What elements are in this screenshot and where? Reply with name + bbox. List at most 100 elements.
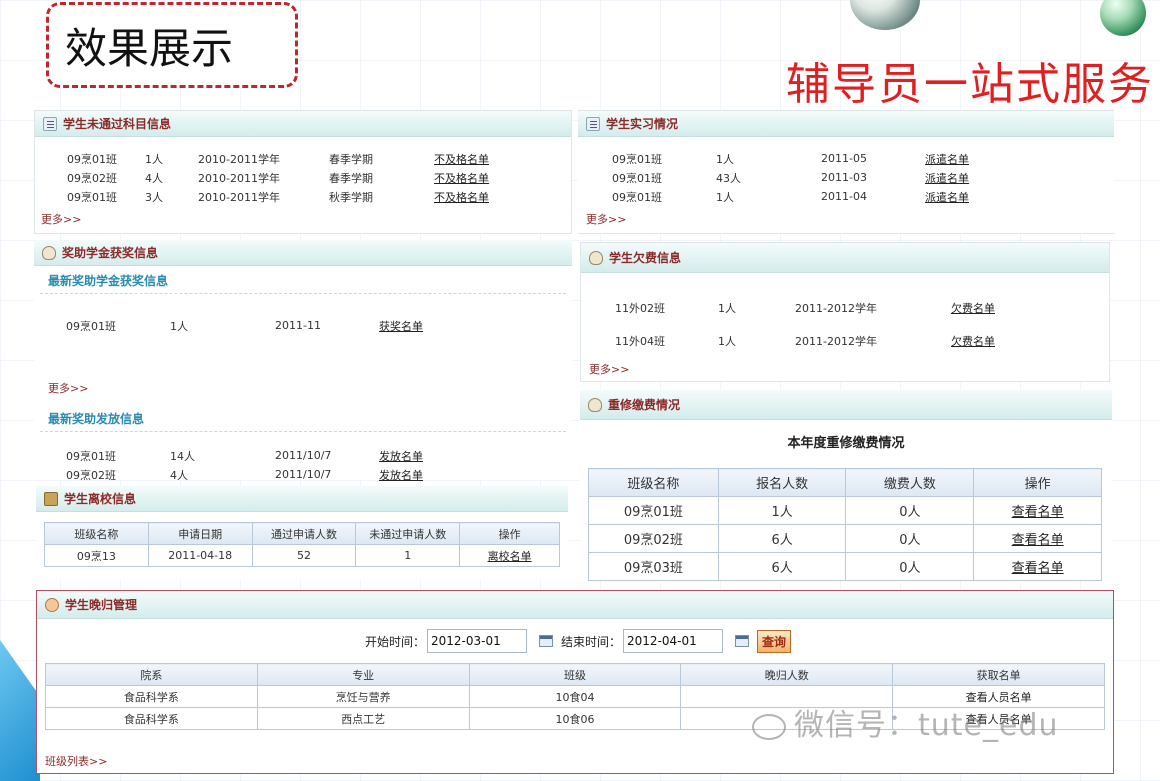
panel-header: 学生未通过科目信息 (35, 111, 571, 137)
end-time-label: 结束时间： (561, 634, 622, 649)
count: 1人 (718, 301, 736, 315)
table-row: 09烹13 2011-04-18 52 1 离校名单 (44, 544, 560, 567)
wechat-icon (752, 713, 786, 740)
table-cell: 6人 (717, 552, 847, 581)
count: 14人 (170, 449, 195, 463)
class-name: 09烹01班 (66, 449, 116, 463)
view-list-link[interactable]: 查看名单 (1012, 561, 1064, 576)
table-header-row: 院系 专业 班级 晚归人数 获取名单 (45, 663, 1105, 686)
class-name: 09烹01班 (66, 319, 116, 333)
table-cell: 10食04 (468, 685, 682, 708)
table-cell: 2011-04-18 (147, 544, 253, 567)
class-name: 11外04班 (615, 334, 665, 348)
section-title: 最新奖助学金获奖信息 (40, 266, 566, 294)
suitcase-icon (44, 491, 58, 506)
arrears-list-link[interactable]: 欠费名单 (951, 333, 995, 349)
table-cell: 09烹02班 (588, 524, 719, 553)
watermark-text: 微信号：tute_edu (794, 708, 1059, 743)
list-item: 09烹01班 1人 2011-04 派遣名单 (612, 187, 1114, 206)
table-cell: 食品科学系 (45, 707, 258, 730)
class-name: 09烹01班 (612, 152, 662, 166)
count: 4人 (170, 468, 188, 482)
calendar-icon[interactable] (539, 635, 554, 647)
panel-title: 学生实习情况 (606, 117, 679, 131)
table-cell: 离校名单 (459, 544, 560, 567)
section-title: 最新奖助发放信息 (40, 404, 566, 432)
retake-fee-panel: 重修缴费情况 本年度重修缴费情况 班级名称 报名人数 缴费人数 操作 09烹01… (580, 390, 1112, 581)
list-item: 11外04班 1人 2011-2012学年 欠费名单 (615, 324, 1109, 357)
issue-list-link[interactable]: 发放名单 (379, 448, 423, 464)
column-header: 晚归人数 (680, 663, 894, 686)
column-header: 专业 (256, 663, 470, 686)
column-header: 班级 (468, 663, 682, 686)
document-icon (43, 116, 57, 131)
list-item: 09烹01班 1人 2011-05 派遣名单 (612, 149, 1114, 168)
failing-subjects-panel: 学生未通过科目信息 09烹01班 1人 2010-2011学年 春季学期 不及格… (34, 110, 572, 234)
column-header: 报名人数 (717, 468, 847, 497)
table-cell: 食品科学系 (45, 685, 258, 708)
class-name: 09烹02班 (66, 468, 116, 482)
more-link[interactable]: 更多>> (589, 361, 629, 377)
count: 1人 (170, 319, 188, 333)
class-list-link[interactable]: 班级列表>> (45, 753, 107, 769)
list-item: 09烹01班 14人 2011/10/7 发放名单 (66, 446, 423, 465)
issue-list-link[interactable]: 发放名单 (379, 467, 423, 483)
column-header: 未通过申请人数 (355, 522, 461, 545)
late-return-panel: 学生晚归管理 开始时间： 结束时间： 查询 院系 专业 班级 晚归人数 获取名单… (36, 590, 1114, 774)
people-icon (45, 597, 59, 612)
class-name: 09烹01班 (612, 190, 662, 204)
panel-header: 学生欠费信息 (581, 243, 1109, 273)
school-year: 2011-2012学年 (795, 334, 877, 348)
money-bag-icon (588, 397, 602, 412)
view-list-link[interactable]: 查看名单 (1012, 533, 1064, 548)
calendar-icon[interactable] (735, 635, 750, 647)
column-header: 操作 (459, 522, 560, 545)
table-cell: 查看名单 (973, 552, 1102, 581)
class-name: 09烹01班 (612, 171, 662, 185)
failing-list-link[interactable]: 不及格名单 (434, 189, 489, 205)
column-header: 班级名称 (588, 468, 719, 497)
failing-list-link[interactable]: 不及格名单 (434, 170, 489, 186)
start-time-label: 开始时间： (365, 634, 426, 649)
more-link[interactable]: 更多>> (48, 380, 88, 396)
award-list-link[interactable]: 获奖名单 (379, 318, 423, 334)
query-button[interactable]: 查询 (757, 629, 792, 653)
count: 3人 (145, 190, 163, 204)
column-header: 院系 (45, 663, 258, 686)
class-name: 09烹01班 (67, 152, 117, 166)
internship-panel: 学生实习情况 09烹01班 1人 2011-05 派遣名单 09烹01班 43人… (578, 110, 1114, 234)
table-cell: 0人 (845, 552, 975, 581)
table-row: 09烹03班 6人 0人 查看名单 (588, 552, 1102, 581)
panel-title: 学生晚归管理 (65, 598, 138, 612)
table-cell: 0人 (845, 496, 975, 525)
arrears-panel: 学生欠费信息 11外02班 1人 2011-2012学年 欠费名单 11外04班… (580, 242, 1110, 382)
count: 1人 (716, 190, 734, 204)
column-header: 通过申请人数 (251, 522, 357, 545)
leave-list-link[interactable]: 离校名单 (488, 550, 532, 563)
start-date-field[interactable] (427, 629, 528, 653)
dispatch-list-link[interactable]: 派遣名单 (925, 189, 969, 205)
panel-header: 学生晚归管理 (37, 591, 1113, 619)
table-cell: 1人 (717, 496, 847, 525)
table-header-row: 班级名称 报名人数 缴费人数 操作 (588, 468, 1102, 497)
class-name: 09烹02班 (67, 171, 117, 185)
arrears-list-link[interactable]: 欠费名单 (951, 300, 995, 316)
date: 2011-03 (821, 171, 867, 184)
table-cell: 查看名单 (973, 524, 1102, 553)
table-cell: 1 (355, 544, 461, 567)
school-year: 2010-2011学年 (198, 152, 280, 166)
retake-table: 班级名称 报名人数 缴费人数 操作 09烹01班 1人 0人 查看名单 09烹0… (588, 468, 1102, 581)
term: 秋季学期 (329, 190, 373, 204)
column-header: 操作 (973, 468, 1102, 497)
end-date-field[interactable] (623, 629, 724, 653)
more-link[interactable]: 更多>> (41, 211, 81, 227)
list-item: 09烹01班 1人 2010-2011学年 春季学期 不及格名单 (67, 149, 571, 168)
more-link[interactable]: 更多>> (586, 211, 626, 227)
panel-header: 重修缴费情况 (580, 390, 1112, 420)
dispatch-list-link[interactable]: 派遣名单 (925, 151, 969, 167)
table-cell: 09烹03班 (588, 552, 719, 581)
view-list-link[interactable]: 查看名单 (1012, 505, 1064, 520)
failing-list-link[interactable]: 不及格名单 (434, 151, 489, 167)
column-header: 缴费人数 (845, 468, 975, 497)
dispatch-list-link[interactable]: 派遣名单 (925, 170, 969, 186)
